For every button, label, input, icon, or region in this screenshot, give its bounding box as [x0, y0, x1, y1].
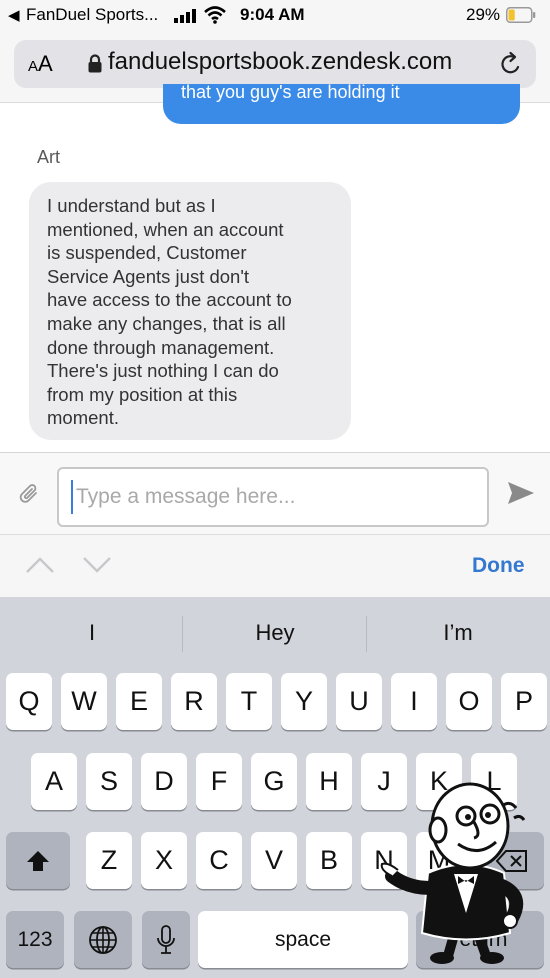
key-w[interactable]: W	[61, 673, 107, 730]
key-o[interactable]: O	[446, 673, 492, 730]
text-size-button[interactable]: AA	[28, 51, 53, 77]
key-r[interactable]: R	[171, 673, 217, 730]
outgoing-message-text: that you guy's are holding it	[181, 84, 400, 102]
chevron-down-icon[interactable]	[82, 556, 112, 574]
key-c[interactable]: C	[196, 832, 242, 889]
key-y[interactable]: Y	[281, 673, 327, 730]
globe-icon	[89, 925, 117, 954]
key-f[interactable]: F	[196, 753, 242, 810]
shift-icon	[27, 850, 49, 871]
key-v[interactable]: V	[251, 832, 297, 889]
suggestion-divider	[182, 616, 183, 652]
incoming-message-text: I understand but as I mentioned, when an…	[47, 195, 292, 429]
done-button[interactable]: Done	[472, 554, 525, 578]
cellular-signal-icon	[174, 9, 196, 23]
key-t[interactable]: T	[226, 673, 272, 730]
key-q[interactable]: Q	[6, 673, 52, 730]
microphone-icon	[157, 924, 175, 954]
globe-key[interactable]	[74, 911, 132, 968]
key-s[interactable]: S	[86, 753, 132, 810]
key-g[interactable]: G	[251, 753, 297, 810]
send-icon[interactable]	[507, 481, 535, 505]
battery-percent: 29%	[466, 5, 501, 24]
paperclip-icon[interactable]	[17, 482, 41, 506]
agent-name: Art	[37, 147, 61, 167]
lock-icon	[88, 54, 102, 73]
key-h[interactable]: H	[306, 753, 352, 810]
key-u[interactable]: U	[336, 673, 382, 730]
text-cursor	[71, 480, 73, 514]
key-d[interactable]: D	[141, 753, 187, 810]
outgoing-message-bubble: that you guy's are holding it	[163, 84, 520, 124]
key-x[interactable]: X	[141, 832, 187, 889]
battery-icon	[506, 7, 536, 23]
clock: 9:04 AM	[240, 5, 305, 24]
numbers-key[interactable]: 123	[6, 911, 64, 968]
incoming-message-bubble: I understand but as I mentioned, when an…	[29, 182, 351, 440]
suggestion-1[interactable]: I	[12, 620, 172, 646]
mascot-sticker-image	[380, 782, 526, 964]
key-z[interactable]: Z	[86, 832, 132, 889]
message-input[interactable]	[76, 481, 476, 513]
suggestion-2[interactable]: Hey	[195, 620, 355, 646]
suggestion-3[interactable]: I’m	[378, 620, 538, 646]
space-key[interactable]: space	[198, 911, 408, 968]
key-b[interactable]: B	[306, 832, 352, 889]
suggestion-divider	[366, 616, 367, 652]
key-a[interactable]: A	[31, 753, 77, 810]
wifi-icon	[204, 6, 226, 24]
key-e[interactable]: E	[116, 673, 162, 730]
key-i[interactable]: I	[391, 673, 437, 730]
reload-icon[interactable]	[498, 51, 524, 77]
key-p[interactable]: P	[501, 673, 547, 730]
page-url[interactable]: fanduelsportsbook.zendesk.com	[108, 48, 452, 76]
chevron-up-icon[interactable]	[25, 556, 55, 574]
dictation-key[interactable]	[142, 911, 190, 968]
back-to-app-icon[interactable]: ◀	[8, 6, 20, 24]
shift-key[interactable]	[6, 832, 70, 889]
back-to-app-label[interactable]: FanDuel Sports...	[26, 5, 158, 25]
